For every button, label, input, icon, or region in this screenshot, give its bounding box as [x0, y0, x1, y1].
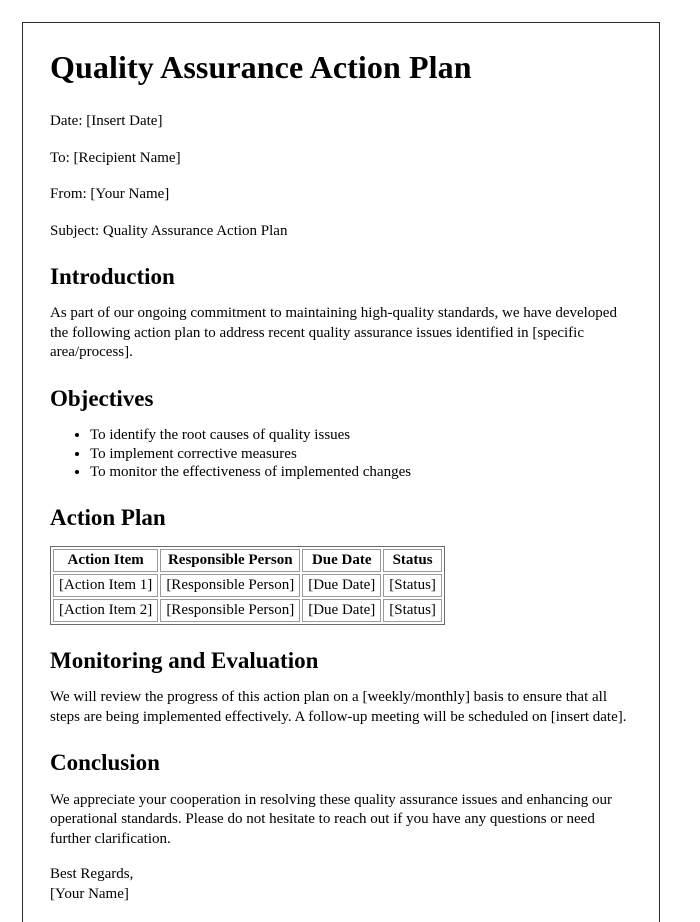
list-item: To monitor the effectiveness of implemen…: [90, 463, 633, 482]
monitoring-paragraph: We will review the progress of this acti…: [50, 689, 627, 725]
meta-recipient: To: [Recipient Name]: [50, 149, 181, 166]
column-header-status: Status: [383, 548, 442, 572]
signoff-name: [Your Name]: [50, 885, 129, 902]
introduction-paragraph: As part of our ongoing commitment to mai…: [50, 305, 617, 361]
cell-status: [Status]: [383, 573, 442, 597]
column-header-responsible-person: Responsible Person: [160, 548, 301, 572]
section-heading-introduction: Introduction: [50, 263, 175, 289]
column-header-due-date: Due Date: [302, 548, 382, 572]
section-heading-objectives: Objectives: [50, 385, 154, 411]
section-heading-monitoring: Monitoring and Evaluation: [50, 647, 319, 673]
action-plan-table: Action Item Responsible Person Due Date …: [50, 545, 445, 625]
table-row: [Action Item 1] [Responsible Person] [Du…: [53, 573, 442, 597]
cell-responsible-person: [Responsible Person]: [160, 598, 301, 622]
cell-action-item: [Action Item 2]: [53, 598, 159, 622]
meta-date: Date: [Insert Date]: [50, 112, 163, 129]
cell-action-item: [Action Item 1]: [53, 573, 159, 597]
cell-responsible-person: [Responsible Person]: [160, 573, 301, 597]
cell-due-date: [Due Date]: [302, 573, 382, 597]
document-page: Quality Assurance Action Plan Date: [Ins…: [22, 22, 660, 922]
signoff-block: Best Regards, [Your Name]: [50, 865, 633, 904]
column-header-action-item: Action Item: [53, 548, 159, 572]
page-title: Quality Assurance Action Plan: [50, 49, 472, 85]
table-row: [Action Item 2] [Responsible Person] [Du…: [53, 598, 442, 622]
objectives-list: To identify the root causes of quality i…: [50, 426, 633, 482]
document-body: Quality Assurance Action Plan Date: [Ins…: [23, 23, 659, 904]
meta-sender: From: [Your Name]: [50, 186, 170, 203]
cell-status: [Status]: [383, 598, 442, 622]
signoff-closing: Best Regards,: [50, 866, 134, 883]
list-item: To implement corrective measures: [90, 445, 633, 464]
cell-due-date: [Due Date]: [302, 598, 382, 622]
table-header-row: Action Item Responsible Person Due Date …: [53, 548, 442, 572]
conclusion-paragraph: We appreciate your cooperation in resolv…: [50, 791, 612, 847]
meta-subject: Subject: Quality Assurance Action Plan: [50, 223, 288, 240]
list-item: To identify the root causes of quality i…: [90, 426, 633, 445]
section-heading-action-plan: Action Plan: [50, 504, 166, 530]
section-heading-conclusion: Conclusion: [50, 750, 160, 776]
